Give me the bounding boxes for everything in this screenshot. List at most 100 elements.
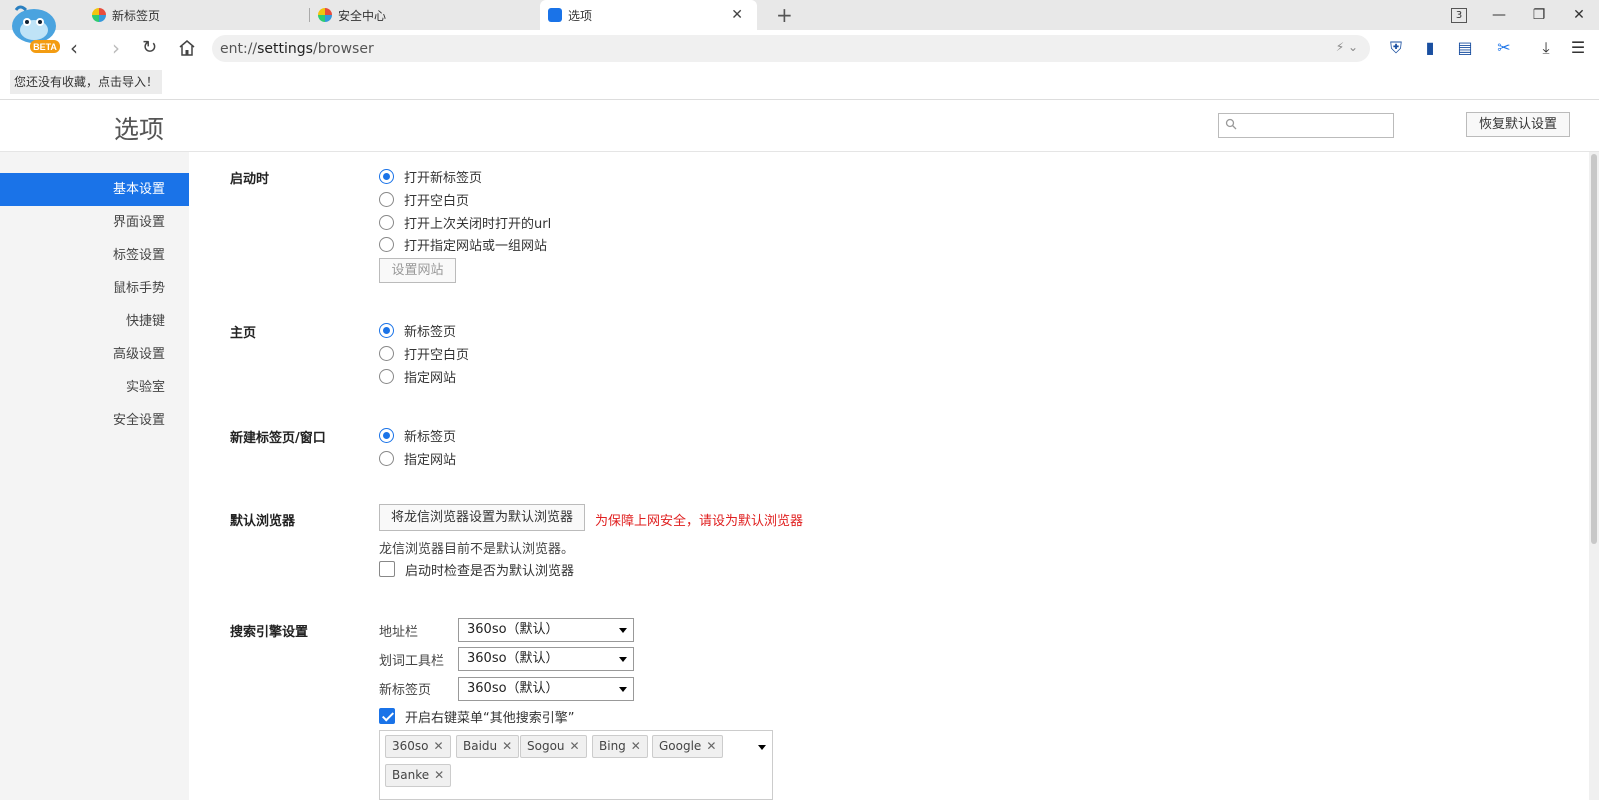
address-bar-engine-select[interactable]: 360so（默认） (458, 618, 634, 642)
restore-window-icon[interactable]: ❐ (1519, 7, 1559, 23)
remove-tag-icon[interactable]: ✕ (434, 768, 444, 782)
content-scrollbar[interactable] (1589, 152, 1599, 800)
settings-sidebar: 基本设置 界面设置 标签设置 鼠标手势 快捷键 高级设置 实验室 安全设置 (0, 152, 189, 800)
close-tab-icon[interactable]: ✕ (731, 7, 743, 23)
new-tab-engine-select[interactable]: 360so（默认） (458, 677, 634, 701)
radio-button[interactable] (379, 322, 394, 338)
shield-icon[interactable]: ⛨ (1386, 38, 1406, 58)
remove-tag-icon[interactable]: ✕ (502, 739, 512, 753)
option-label: 打开上次关闭时打开的url (404, 216, 552, 232)
radio-button[interactable] (379, 191, 394, 207)
set-default-browser-button[interactable]: 将龙信浏览器设置为默认浏览器 (379, 504, 585, 531)
checkbox[interactable] (379, 561, 395, 577)
engine-tag-label: Bing (599, 739, 626, 753)
homepage-option[interactable]: 打开空白页 (379, 343, 469, 363)
remove-tag-icon[interactable]: ✕ (434, 739, 444, 753)
context-menu-engines-option[interactable]: 开启右键菜单“其他搜索引擎” (379, 706, 574, 726)
remove-tag-icon[interactable]: ✕ (570, 739, 580, 753)
sidebar-item-basic[interactable]: 基本设置 (0, 173, 189, 206)
radio-button[interactable] (379, 214, 394, 230)
startup-option[interactable]: 打开新标签页 (379, 166, 482, 186)
radio-button[interactable] (379, 368, 394, 384)
homepage-option[interactable]: 指定网站 (379, 366, 456, 386)
new-tab-option[interactable]: 指定网站 (379, 448, 456, 468)
download-icon[interactable]: ⤓ (1536, 38, 1556, 58)
option-label: 指定网站 (404, 370, 457, 386)
address-bar-engine-label: 地址栏 (379, 625, 419, 640)
menu-icon[interactable]: ☰ (1568, 38, 1588, 58)
selected-value: 360so（默认） (467, 681, 559, 696)
home-icon[interactable] (178, 39, 196, 57)
option-label: 打开空白页 (404, 193, 470, 209)
engine-tag-label: Sogou (527, 739, 565, 753)
startup-option[interactable]: 打开上次关闭时打开的url (379, 212, 551, 232)
remove-tag-icon[interactable]: ✕ (631, 739, 641, 753)
startup-section-label: 启动时 (230, 172, 270, 187)
window-controls: 3 — ❐ ✕ (1451, 0, 1599, 30)
dropdown-arrow-icon[interactable] (758, 745, 766, 750)
engine-tag: Sogou ✕ (520, 735, 587, 758)
new-tab-option[interactable]: 新标签页 (379, 425, 456, 445)
sidebar-item-mouse-gestures[interactable]: 鼠标手势 (0, 272, 189, 305)
beta-badge: BETA (33, 42, 57, 52)
set-sites-button[interactable]: 设置网站 (379, 258, 456, 283)
selected-value: 360so（默认） (467, 622, 559, 637)
scissors-icon[interactable]: ✂ (1494, 38, 1514, 58)
forward-icon[interactable]: › (112, 36, 120, 60)
sidebar-item-shortcuts[interactable]: 快捷键 (0, 305, 189, 338)
radio-button[interactable] (379, 236, 394, 252)
default-browser-section-label: 默认浏览器 (230, 514, 296, 529)
check-default-browser-option[interactable]: 启动时检查是否为默认浏览器 (379, 559, 574, 579)
engine-tag-label: 360so (392, 739, 429, 753)
restore-defaults-button[interactable]: 恢复默认设置 (1466, 112, 1570, 137)
page-title: 选项 (114, 115, 165, 144)
homepage-option[interactable]: 新标签页 (379, 320, 456, 340)
engine-tag-label: Google (659, 739, 702, 753)
bookmarks-bar: 您还没有收藏，点击导入！ (0, 66, 1599, 100)
address-bar[interactable]: ent://settings/browser ⚡ ⌄ (212, 35, 1370, 62)
scrollbar-thumb[interactable] (1591, 154, 1597, 544)
close-window-icon[interactable]: ✕ (1559, 7, 1599, 23)
radio-button[interactable] (379, 168, 394, 184)
minimize-icon[interactable]: — (1479, 7, 1519, 23)
tab-security-center[interactable]: 安全中心 (310, 0, 535, 30)
radio-button[interactable] (379, 427, 394, 443)
calendar-icon[interactable]: ▤ (1455, 38, 1475, 58)
checkbox[interactable] (379, 708, 395, 724)
search-engine-section-label: 搜索引擎设置 (230, 625, 309, 640)
sidebar-item-security[interactable]: 安全设置 (0, 404, 189, 437)
browser-logo-icon: BETA (12, 5, 60, 53)
radio-button[interactable] (379, 345, 394, 361)
startup-option[interactable]: 打开指定网站或一组网站 (379, 234, 547, 254)
default-browser-warning: 为保障上网安全，请设为默认浏览器 (595, 514, 804, 529)
tab-new-tab[interactable]: 新标签页 (84, 0, 309, 30)
engine-tag: Google ✕ (652, 735, 724, 758)
tab-options[interactable]: 选项 ✕ (540, 0, 757, 30)
tab-title: 安全中心 (338, 8, 387, 23)
sidebar-item-lab[interactable]: 实验室 (0, 371, 189, 404)
engine-tag-box[interactable]: 360so ✕ Baidu ✕ Sogou ✕ Bing ✕ Google ✕ Banke… (379, 730, 773, 800)
lightning-mode-icon[interactable]: ⚡ ⌄ (1336, 40, 1358, 54)
sidebar-item-tabs[interactable]: 标签设置 (0, 239, 189, 272)
back-icon[interactable]: ‹ (70, 36, 78, 60)
settings-content: 启动时 打开新标签页 打开空白页 打开上次关闭时打开的url 打开指定网站或一组… (189, 152, 1589, 800)
new-tab-plus-icon[interactable]: + (776, 3, 793, 27)
dropdown-arrow-icon (619, 657, 627, 662)
search-input[interactable] (1219, 114, 1393, 137)
option-label: 新标签页 (404, 324, 457, 340)
selection-toolbar-engine-select[interactable]: 360so（默认） (458, 647, 634, 671)
import-bookmarks-hint[interactable]: 您还没有收藏，点击导入！ (10, 70, 163, 94)
radio-button[interactable] (379, 450, 394, 466)
reload-icon[interactable]: ↻ (142, 37, 157, 58)
remove-tag-icon[interactable]: ✕ (706, 739, 716, 753)
dropdown-arrow-icon (619, 687, 627, 692)
settings-search[interactable] (1218, 113, 1394, 138)
extension-icon[interactable]: ▮ (1420, 38, 1440, 58)
url-scheme: ent:// (220, 40, 258, 57)
tab-count-badge[interactable]: 3 (1451, 7, 1467, 23)
homepage-section-label: 主页 (230, 326, 257, 341)
engine-tag-label: Baidu (463, 739, 498, 753)
sidebar-item-interface[interactable]: 界面设置 (0, 206, 189, 239)
startup-option[interactable]: 打开空白页 (379, 189, 469, 209)
sidebar-item-advanced[interactable]: 高级设置 (0, 338, 189, 371)
